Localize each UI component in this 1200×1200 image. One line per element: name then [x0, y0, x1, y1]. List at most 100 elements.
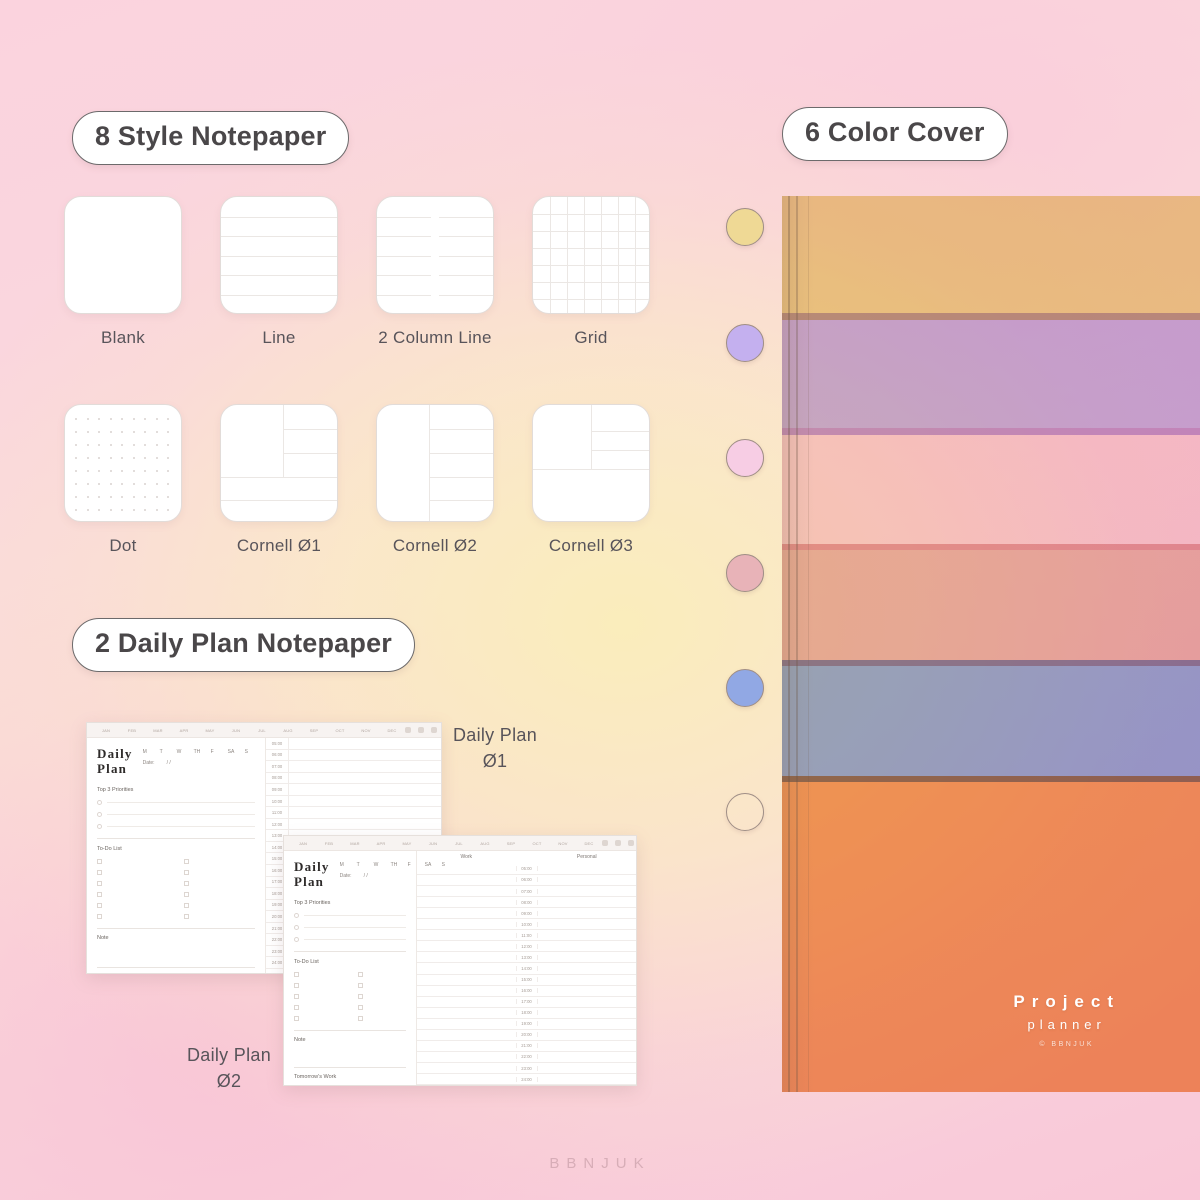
- weekday-SA[interactable]: SA: [228, 749, 245, 755]
- cover-band-rose[interactable]: [782, 544, 1200, 666]
- month-tabs[interactable]: JAN FEB MAR APR MAY JUN JUL AUG SEP OCT NOV DEC: [284, 841, 602, 846]
- notepaper-style-grid[interactable]: Grid: [511, 196, 671, 348]
- priority-checkbox[interactable]: [294, 912, 299, 918]
- weekday-SA[interactable]: SA: [425, 862, 442, 868]
- priority-row[interactable]: [97, 799, 255, 805]
- todo-checkbox[interactable]: [358, 1004, 363, 1010]
- todo-checkbox[interactable]: [184, 869, 189, 875]
- time-row[interactable]: 06:00: [266, 749, 441, 762]
- personal-entry-field[interactable]: [538, 1030, 637, 1040]
- priority-checkbox[interactable]: [97, 811, 102, 817]
- personal-entry-field[interactable]: [538, 1041, 637, 1051]
- todo-checkbox[interactable]: [184, 858, 189, 864]
- date-input[interactable]: / /: [364, 873, 368, 879]
- todo-item[interactable]: [294, 971, 342, 977]
- month-tab[interactable]: MAY: [197, 728, 223, 733]
- personal-entry-field[interactable]: [538, 1019, 637, 1029]
- priority-write-line[interactable]: [304, 926, 406, 928]
- weekday-F[interactable]: F: [408, 862, 425, 868]
- work-entry-field[interactable]: [417, 886, 516, 896]
- month-tab[interactable]: AUG: [275, 728, 301, 733]
- todo-checkbox[interactable]: [294, 982, 299, 988]
- todo-checkbox[interactable]: [97, 913, 102, 919]
- work-entry-field[interactable]: [417, 1019, 516, 1029]
- todo-checkbox[interactable]: [184, 891, 189, 897]
- color-swatch-orange[interactable]: [726, 793, 764, 831]
- todo-checkbox[interactable]: [358, 1015, 363, 1021]
- todo-checkbox[interactable]: [358, 971, 363, 977]
- todo-item[interactable]: [358, 971, 406, 977]
- work-entry-field[interactable]: [417, 897, 516, 907]
- notepaper-style-dot[interactable]: Dot: [43, 404, 203, 556]
- time-row[interactable]: 05:00: [266, 738, 441, 750]
- time-row[interactable]: 08:00: [417, 897, 636, 909]
- time-row[interactable]: 11:00: [417, 930, 637, 942]
- personal-entry-field[interactable]: [538, 986, 637, 996]
- priority-row[interactable]: [97, 823, 255, 829]
- month-tab[interactable]: JUN: [223, 728, 249, 733]
- personal-entry-field[interactable]: [538, 963, 637, 973]
- weekday-row[interactable]: M T W TH F SA S: [340, 862, 459, 868]
- personal-entry-field[interactable]: [538, 875, 637, 885]
- todo-item[interactable]: [184, 869, 255, 875]
- notepaper-style-cornell-02[interactable]: Cornell Ø2: [355, 404, 515, 556]
- time-row[interactable]: 16:00: [417, 986, 636, 997]
- time-row[interactable]: 12:00: [417, 941, 636, 953]
- month-tabs[interactable]: JAN FEB MAR APR MAY JUN JUL AUG SEP OCT NOV DEC: [87, 728, 405, 733]
- time-entry-field[interactable]: [288, 749, 441, 761]
- time-row[interactable]: 13:00: [417, 952, 636, 964]
- todo-item[interactable]: [358, 993, 406, 999]
- todo-checkbox[interactable]: [97, 902, 102, 908]
- priority-row[interactable]: [294, 936, 406, 942]
- month-tab[interactable]: OCT: [524, 841, 550, 846]
- month-tab[interactable]: JUL: [446, 841, 472, 846]
- note-area[interactable]: [97, 941, 255, 967]
- month-tab[interactable]: JAN: [93, 728, 119, 733]
- time-row[interactable]: 19:00: [417, 1019, 636, 1030]
- undo-icon[interactable]: [602, 840, 608, 846]
- time-entry-field[interactable]: [288, 795, 441, 807]
- personal-entry-field[interactable]: [538, 1063, 637, 1073]
- time-row[interactable]: 09:00: [417, 908, 636, 920]
- note-area[interactable]: [294, 1043, 406, 1067]
- todo-item[interactable]: [294, 1004, 342, 1010]
- time-row[interactable]: 17:00: [417, 997, 636, 1008]
- time-entry-field[interactable]: [288, 807, 441, 818]
- month-tab[interactable]: APR: [171, 728, 197, 733]
- todo-checkbox[interactable]: [184, 902, 189, 908]
- priority-checkbox[interactable]: [294, 936, 299, 942]
- cover-band-purple[interactable]: [782, 313, 1200, 435]
- work-entry-field[interactable]: [417, 908, 516, 918]
- time-entry-field[interactable]: [288, 772, 441, 784]
- priority-checkbox[interactable]: [97, 823, 102, 829]
- todo-checkbox[interactable]: [184, 913, 189, 919]
- weekday-T[interactable]: T: [357, 862, 374, 868]
- time-row[interactable]: 12:00: [266, 818, 441, 831]
- month-tab[interactable]: APR: [368, 841, 394, 846]
- work-entry-field[interactable]: [417, 975, 516, 985]
- todo-checkbox[interactable]: [358, 993, 363, 999]
- work-entry-field[interactable]: [417, 919, 516, 929]
- color-swatch-purple[interactable]: [726, 324, 764, 362]
- todo-checkbox[interactable]: [97, 869, 102, 875]
- weekday-M[interactable]: M: [340, 862, 357, 868]
- personal-entry-field[interactable]: [538, 1074, 637, 1084]
- time-row[interactable]: 09:00: [266, 784, 441, 796]
- weekday-S[interactable]: S: [245, 749, 262, 755]
- todo-grid[interactable]: [294, 971, 406, 1021]
- todo-item[interactable]: [294, 1015, 342, 1021]
- undo-icon[interactable]: [405, 727, 411, 733]
- month-tab[interactable]: FEB: [119, 728, 145, 733]
- todo-item[interactable]: [294, 993, 342, 999]
- personal-entry-field[interactable]: [538, 886, 637, 896]
- month-tab[interactable]: MAY: [394, 841, 420, 846]
- work-entry-field[interactable]: [417, 1008, 516, 1018]
- month-tab[interactable]: SEP: [301, 728, 327, 733]
- cover-band-pink[interactable]: [782, 428, 1200, 550]
- weekday-F[interactable]: F: [211, 749, 228, 755]
- personal-entry-field[interactable]: [538, 930, 637, 940]
- daily-plan-02-mockup[interactable]: JAN FEB MAR APR MAY JUN JUL AUG SEP OCT NOV DEC Dail…: [283, 835, 637, 1086]
- month-tab[interactable]: DEC: [576, 841, 602, 846]
- priority-write-line[interactable]: [107, 813, 255, 815]
- lasso-icon[interactable]: [628, 840, 634, 846]
